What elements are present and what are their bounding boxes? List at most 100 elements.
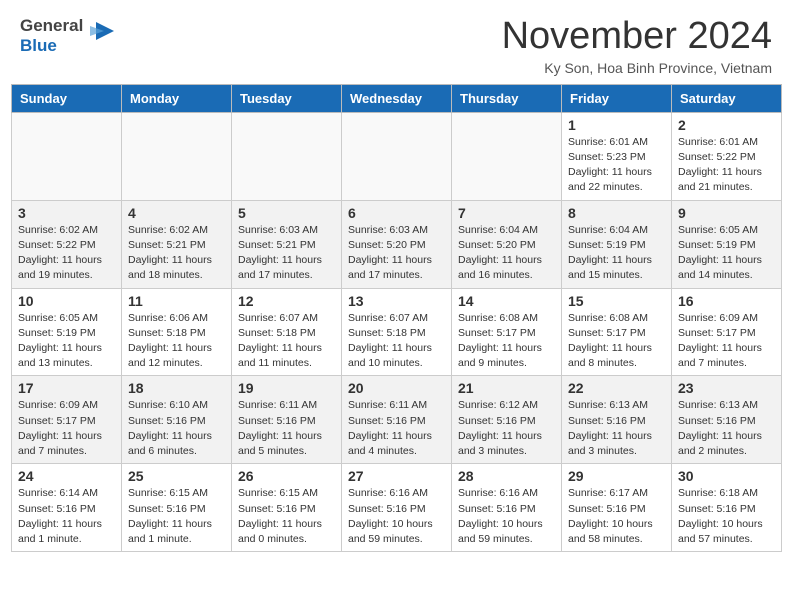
day-number: 23 — [678, 380, 775, 396]
day-info: Sunrise: 6:04 AM Sunset: 5:19 PM Dayligh… — [568, 223, 665, 284]
day-info: Sunrise: 6:11 AM Sunset: 5:16 PM Dayligh… — [348, 398, 445, 459]
day-number: 9 — [678, 205, 775, 221]
logo-general: General — [20, 16, 83, 35]
header-tuesday: Tuesday — [232, 84, 342, 112]
day-info: Sunrise: 6:02 AM Sunset: 5:22 PM Dayligh… — [18, 223, 115, 284]
day-number: 18 — [128, 380, 225, 396]
day-number: 30 — [678, 468, 775, 484]
calendar-cell: 5 Sunrise: 6:03 AM Sunset: 5:21 PM Daylig… — [232, 200, 342, 288]
day-number: 20 — [348, 380, 445, 396]
day-number: 5 — [238, 205, 335, 221]
day-number: 26 — [238, 468, 335, 484]
day-number: 6 — [348, 205, 445, 221]
calendar-cell: 8 Sunrise: 6:04 AM Sunset: 5:19 PM Daylig… — [562, 200, 672, 288]
calendar-cell: 12 Sunrise: 6:07 AM Sunset: 5:18 PM Dayli… — [232, 288, 342, 376]
logo: General Blue — [20, 16, 118, 55]
header-wednesday: Wednesday — [342, 84, 452, 112]
day-info: Sunrise: 6:02 AM Sunset: 5:21 PM Dayligh… — [128, 223, 225, 284]
calendar-week-row: 24 Sunrise: 6:14 AM Sunset: 5:16 PM Dayli… — [12, 464, 782, 552]
header-sunday: Sunday — [12, 84, 122, 112]
calendar-week-row: 10 Sunrise: 6:05 AM Sunset: 5:19 PM Dayli… — [12, 288, 782, 376]
day-number: 12 — [238, 293, 335, 309]
day-info: Sunrise: 6:03 AM Sunset: 5:21 PM Dayligh… — [238, 223, 335, 284]
day-info: Sunrise: 6:13 AM Sunset: 5:16 PM Dayligh… — [678, 398, 775, 459]
day-number: 10 — [18, 293, 115, 309]
calendar-cell: 17Sunrise: 6:09 AM Sunset: 5:17 PM Dayli… — [12, 376, 122, 464]
calendar-cell: 28 Sunrise: 6:16 AM Sunset: 5:16 PM Dayli… — [452, 464, 562, 552]
day-number: 15 — [568, 293, 665, 309]
day-info: Sunrise: 6:06 AM Sunset: 5:18 PM Dayligh… — [128, 311, 225, 372]
logo-blue: Blue — [20, 36, 57, 55]
day-info: Sunrise: 6:15 AM Sunset: 5:16 PM Dayligh… — [238, 486, 335, 547]
page-header: General Blue November 2024 Ky Son, Hoa B… — [0, 0, 792, 84]
calendar-cell: 4 Sunrise: 6:02 AM Sunset: 5:21 PM Daylig… — [122, 200, 232, 288]
calendar-cell: 11 Sunrise: 6:06 AM Sunset: 5:18 PM Dayli… — [122, 288, 232, 376]
calendar-cell — [342, 112, 452, 200]
calendar-cell — [452, 112, 562, 200]
calendar-cell: 15 Sunrise: 6:08 AM Sunset: 5:17 PM Dayli… — [562, 288, 672, 376]
day-number: 24 — [18, 468, 115, 484]
day-number: 22 — [568, 380, 665, 396]
day-number: 13 — [348, 293, 445, 309]
calendar-cell: 24 Sunrise: 6:14 AM Sunset: 5:16 PM Dayli… — [12, 464, 122, 552]
day-info: Sunrise: 6:17 AM Sunset: 5:16 PM Dayligh… — [568, 486, 665, 547]
day-info: Sunrise: 6:10 AM Sunset: 5:16 PM Dayligh… — [128, 398, 225, 459]
calendar-cell: 13 Sunrise: 6:07 AM Sunset: 5:18 PM Dayli… — [342, 288, 452, 376]
calendar-cell: 10 Sunrise: 6:05 AM Sunset: 5:19 PM Dayli… — [12, 288, 122, 376]
calendar-cell: 7Sunrise: 6:04 AM Sunset: 5:20 PM Daylig… — [452, 200, 562, 288]
calendar-cell: 26 Sunrise: 6:15 AM Sunset: 5:16 PM Dayli… — [232, 464, 342, 552]
calendar-week-row: 3Sunrise: 6:02 AM Sunset: 5:22 PM Daylig… — [12, 200, 782, 288]
calendar-header-row: Sunday Monday Tuesday Wednesday Thursday… — [12, 84, 782, 112]
day-number: 19 — [238, 380, 335, 396]
logo-text: General Blue — [20, 16, 83, 55]
day-info: Sunrise: 6:08 AM Sunset: 5:17 PM Dayligh… — [568, 311, 665, 372]
calendar-cell: 18 Sunrise: 6:10 AM Sunset: 5:16 PM Dayli… — [122, 376, 232, 464]
day-number: 7 — [458, 205, 555, 221]
day-info: Sunrise: 6:11 AM Sunset: 5:16 PM Dayligh… — [238, 398, 335, 459]
day-info: Sunrise: 6:18 AM Sunset: 5:16 PM Dayligh… — [678, 486, 775, 547]
day-number: 1 — [568, 117, 665, 133]
day-number: 28 — [458, 468, 555, 484]
calendar-cell: 21Sunrise: 6:12 AM Sunset: 5:16 PM Dayli… — [452, 376, 562, 464]
calendar-cell: 14Sunrise: 6:08 AM Sunset: 5:17 PM Dayli… — [452, 288, 562, 376]
header-friday: Friday — [562, 84, 672, 112]
day-info: Sunrise: 6:16 AM Sunset: 5:16 PM Dayligh… — [458, 486, 555, 547]
day-number: 11 — [128, 293, 225, 309]
calendar-cell: 6 Sunrise: 6:03 AM Sunset: 5:20 PM Daylig… — [342, 200, 452, 288]
day-info: Sunrise: 6:07 AM Sunset: 5:18 PM Dayligh… — [348, 311, 445, 372]
title-section: November 2024 Ky Son, Hoa Binh Province,… — [502, 16, 772, 76]
calendar-cell: 22 Sunrise: 6:13 AM Sunset: 5:16 PM Dayli… — [562, 376, 672, 464]
header-monday: Monday — [122, 84, 232, 112]
day-number: 8 — [568, 205, 665, 221]
calendar-cell: 25 Sunrise: 6:15 AM Sunset: 5:16 PM Dayli… — [122, 464, 232, 552]
day-info: Sunrise: 6:03 AM Sunset: 5:20 PM Dayligh… — [348, 223, 445, 284]
calendar-cell: 3Sunrise: 6:02 AM Sunset: 5:22 PM Daylig… — [12, 200, 122, 288]
header-thursday: Thursday — [452, 84, 562, 112]
calendar-cell: 9 Sunrise: 6:05 AM Sunset: 5:19 PM Daylig… — [672, 200, 782, 288]
calendar-cell: 27 Sunrise: 6:16 AM Sunset: 5:16 PM Dayli… — [342, 464, 452, 552]
day-info: Sunrise: 6:16 AM Sunset: 5:16 PM Dayligh… — [348, 486, 445, 547]
day-info: Sunrise: 6:05 AM Sunset: 5:19 PM Dayligh… — [678, 223, 775, 284]
logo-icon — [88, 16, 118, 51]
day-info: Sunrise: 6:14 AM Sunset: 5:16 PM Dayligh… — [18, 486, 115, 547]
calendar-cell: 29Sunrise: 6:17 AM Sunset: 5:16 PM Dayli… — [562, 464, 672, 552]
calendar-cell — [122, 112, 232, 200]
calendar-cell: 23 Sunrise: 6:13 AM Sunset: 5:16 PM Dayli… — [672, 376, 782, 464]
calendar-cell: 16Sunrise: 6:09 AM Sunset: 5:17 PM Dayli… — [672, 288, 782, 376]
day-number: 25 — [128, 468, 225, 484]
calendar-week-row: 1Sunrise: 6:01 AM Sunset: 5:23 PM Daylig… — [12, 112, 782, 200]
day-number: 21 — [458, 380, 555, 396]
day-info: Sunrise: 6:07 AM Sunset: 5:18 PM Dayligh… — [238, 311, 335, 372]
calendar-cell: 19 Sunrise: 6:11 AM Sunset: 5:16 PM Dayli… — [232, 376, 342, 464]
day-info: Sunrise: 6:15 AM Sunset: 5:16 PM Dayligh… — [128, 486, 225, 547]
calendar-table: Sunday Monday Tuesday Wednesday Thursday… — [11, 84, 782, 552]
header-saturday: Saturday — [672, 84, 782, 112]
calendar-cell — [12, 112, 122, 200]
day-number: 4 — [128, 205, 225, 221]
day-number: 17 — [18, 380, 115, 396]
calendar-cell — [232, 112, 342, 200]
day-number: 27 — [348, 468, 445, 484]
day-info: Sunrise: 6:13 AM Sunset: 5:16 PM Dayligh… — [568, 398, 665, 459]
day-number: 14 — [458, 293, 555, 309]
day-info: Sunrise: 6:05 AM Sunset: 5:19 PM Dayligh… — [18, 311, 115, 372]
